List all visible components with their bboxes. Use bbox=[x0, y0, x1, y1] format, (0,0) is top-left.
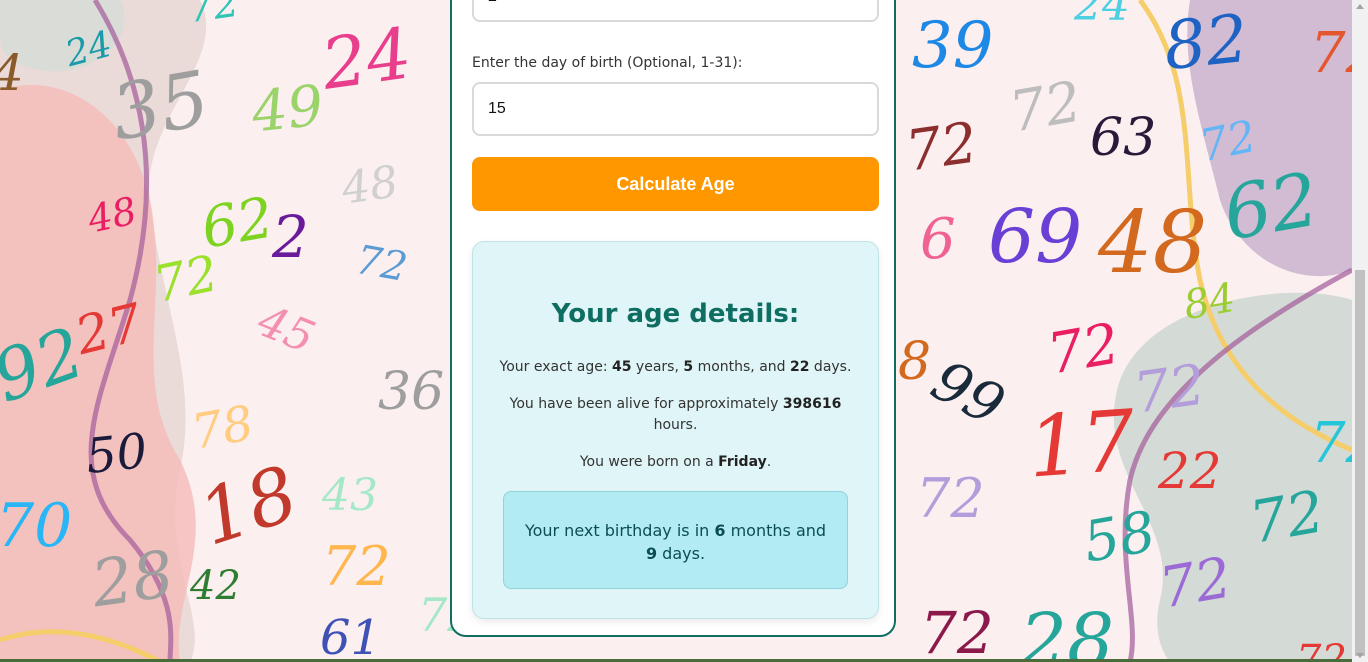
age-years-value: 45 bbox=[612, 359, 632, 375]
background-number: 63 bbox=[1090, 108, 1157, 168]
background-number: 84 bbox=[1180, 274, 1239, 330]
exact-age-prefix: Your exact age: bbox=[499, 359, 612, 375]
hours-suffix: hours. bbox=[653, 417, 698, 433]
vertical-scrollbar[interactable] bbox=[1352, 0, 1368, 662]
background-number: 72 bbox=[1310, 21, 1352, 86]
background-number: 72 bbox=[1004, 69, 1087, 146]
next-birthday-box: Your next birthday is in 6 months and 9 … bbox=[503, 491, 848, 589]
background-number: 2 bbox=[272, 203, 309, 271]
calculate-age-button[interactable]: Calculate Age bbox=[472, 157, 879, 211]
background-number: 39 bbox=[912, 9, 994, 83]
background-number: 72 bbox=[1154, 545, 1237, 622]
month-input[interactable]: 2 bbox=[472, 0, 879, 22]
background-number: 50 bbox=[83, 422, 150, 486]
born-suffix: . bbox=[766, 454, 772, 470]
background-number: 48 bbox=[83, 188, 141, 242]
background-number: 42 bbox=[190, 563, 241, 609]
background-number: 58 bbox=[1078, 499, 1161, 576]
background-number: 62 bbox=[1217, 156, 1325, 258]
background-number: 70 bbox=[0, 491, 73, 561]
birthday-mid: months and bbox=[725, 521, 827, 540]
day-of-birth-label: Enter the day of birth (Optional, 1-31): bbox=[472, 55, 743, 71]
background-number: 24 bbox=[1074, 0, 1130, 31]
background-number: 8 bbox=[898, 332, 932, 392]
age-calculator-card: 2 Enter the day of birth (Optional, 1-31… bbox=[450, 0, 896, 637]
result-heading: Your age details: bbox=[551, 299, 800, 329]
background-number: 72 bbox=[1310, 411, 1352, 476]
background-number: 17 bbox=[1024, 391, 1139, 497]
background-number: 6 bbox=[920, 207, 956, 272]
born-prefix: You were born on a bbox=[579, 454, 719, 470]
background-number: 72 bbox=[148, 244, 223, 314]
background-number: 4 bbox=[0, 48, 24, 98]
background-number: 28 bbox=[1020, 598, 1115, 662]
background-number: 48 bbox=[1098, 193, 1208, 293]
background-number: 27 bbox=[69, 292, 149, 368]
hours-prefix: You have been alive for approximately bbox=[509, 396, 783, 412]
background-number: 28 bbox=[87, 537, 179, 623]
scroll-up-arrow-icon[interactable] bbox=[1356, 4, 1364, 9]
background-number: 72 bbox=[1244, 477, 1330, 557]
background-number: 82 bbox=[1160, 0, 1252, 86]
background-number: 24 bbox=[316, 12, 417, 106]
birthday-days-value: 9 bbox=[645, 544, 658, 563]
scroll-down-arrow-icon[interactable] bbox=[1356, 653, 1364, 658]
background-number: 72 bbox=[916, 467, 985, 530]
background-number: 72 bbox=[1195, 110, 1261, 173]
background-number: 48 bbox=[338, 156, 402, 215]
hours-alive-text: You have been alive for approximately 39… bbox=[497, 394, 854, 436]
background-number: 72 bbox=[322, 535, 391, 598]
scrollbar-thumb[interactable] bbox=[1355, 270, 1365, 656]
background-number: 72 bbox=[352, 236, 411, 292]
background-number: 22 bbox=[1158, 442, 1222, 500]
birthday-prefix: Your next birthday is in bbox=[524, 521, 715, 540]
background-number: 78 bbox=[187, 395, 258, 461]
background-number: 72 bbox=[920, 599, 994, 662]
age-days-value: 22 bbox=[790, 359, 810, 375]
age-months-value: 5 bbox=[683, 359, 694, 375]
birthday-suffix: days. bbox=[657, 544, 706, 563]
birthday-months-value: 6 bbox=[714, 521, 726, 540]
background-number: 72 bbox=[1129, 352, 1210, 427]
background-number: 35 bbox=[104, 53, 216, 158]
hours-value: 398616 bbox=[782, 396, 842, 412]
background-number: 72 bbox=[185, 0, 242, 33]
background-number: 69 bbox=[988, 194, 1083, 280]
background-number: 61 bbox=[320, 610, 382, 662]
age-result-panel: Your age details: Your exact age: 45 yea… bbox=[472, 241, 879, 619]
weekday-value: Friday bbox=[718, 454, 767, 470]
background-number: 49 bbox=[248, 73, 327, 146]
exact-age-text: Your exact age: 45 years, 5 months, and … bbox=[497, 357, 854, 378]
years-text: years, bbox=[631, 359, 684, 375]
days-text: days. bbox=[809, 359, 852, 375]
background-number: 72 bbox=[901, 110, 982, 185]
birth-weekday-text: You were born on a Friday. bbox=[497, 452, 854, 473]
day-of-birth-input[interactable] bbox=[472, 82, 879, 136]
background-number: 43 bbox=[322, 470, 378, 521]
background-number: 36 bbox=[378, 362, 445, 422]
background-number: 72 bbox=[1042, 311, 1125, 388]
months-text: months, and bbox=[693, 359, 790, 375]
